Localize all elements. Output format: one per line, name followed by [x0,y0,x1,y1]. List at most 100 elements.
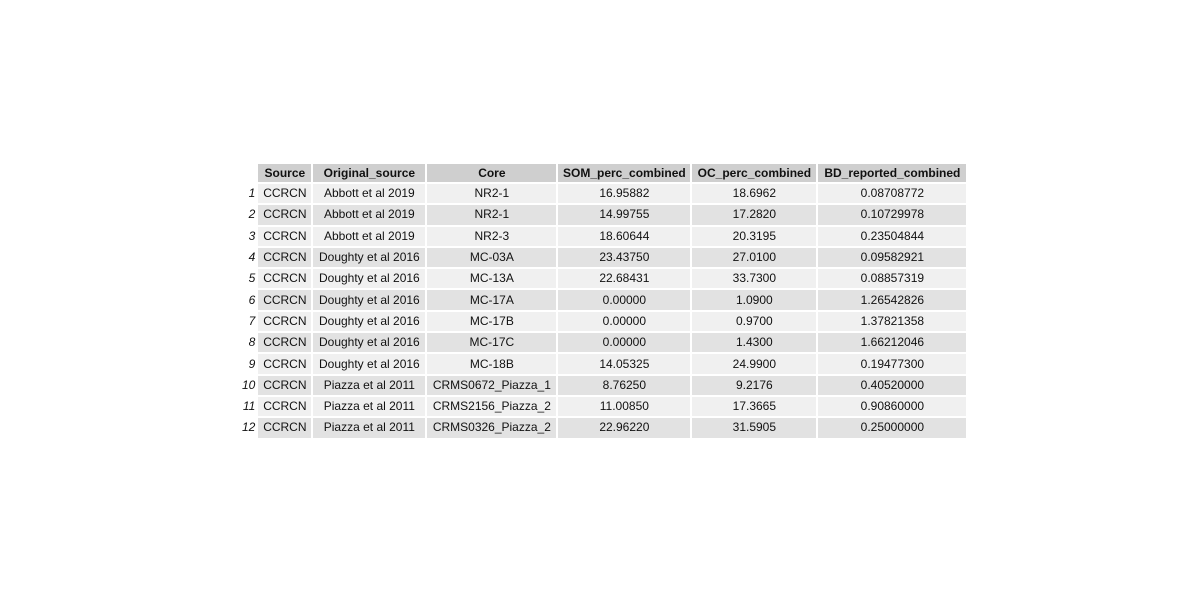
row-number: 6 [238,290,257,310]
row-number-header [238,164,257,182]
column-header-som-perc-combined: SOM_perc_combined [558,164,691,182]
cell-core: CRMS0672_Piazza_1 [427,375,557,395]
cell-oc-perc-combined: 0.9700 [692,311,817,332]
cell-bd-reported-combined: 0.09582921 [818,247,967,268]
cell-original-source: Doughty et al 2016 [313,247,426,268]
cell-core: NR2-3 [427,226,557,246]
cell-bd-reported-combined: 1.26542826 [818,290,967,310]
row-number: 9 [238,354,257,374]
column-header-core: Core [427,164,557,182]
cell-som-perc-combined: 22.68431 [558,269,691,289]
cell-original-source: Doughty et al 2016 [313,269,426,289]
cell-som-perc-combined: 16.95882 [558,184,691,204]
cell-oc-perc-combined: 9.2176 [692,375,817,395]
cell-core: NR2-1 [427,205,557,225]
row-number: 2 [238,205,257,225]
cell-source: CCRCN [258,184,312,204]
cell-source: CCRCN [258,311,312,332]
cell-som-perc-combined: 14.05325 [558,354,691,374]
cell-original-source: Doughty et al 2016 [313,290,426,310]
cell-original-source: Abbott et al 2019 [313,184,426,204]
table-row: 7 CCRCN Doughty et al 2016 MC-17B 0.0000… [238,311,967,332]
column-header-oc-perc-combined: OC_perc_combined [692,164,817,182]
cell-som-perc-combined: 0.00000 [558,290,691,310]
cell-oc-perc-combined: 1.4300 [692,333,817,353]
cell-original-source: Piazza et al 2011 [313,396,426,417]
cell-oc-perc-combined: 17.2820 [692,205,817,225]
cell-bd-reported-combined: 0.23504844 [818,226,967,246]
cell-oc-perc-combined: 1.0900 [692,290,817,310]
cell-bd-reported-combined: 1.66212046 [818,333,967,353]
table-row: 2 CCRCN Abbott et al 2019 NR2-1 14.99755… [238,205,967,225]
row-number: 4 [238,247,257,268]
cell-oc-perc-combined: 17.3665 [692,396,817,417]
row-number: 7 [238,311,257,332]
cell-oc-perc-combined: 20.3195 [692,226,817,246]
cell-core: CRMS2156_Piazza_2 [427,396,557,417]
cell-source: CCRCN [258,226,312,246]
cell-source: CCRCN [258,418,312,438]
cell-core: MC-03A [427,247,557,268]
cell-original-source: Doughty et al 2016 [313,354,426,374]
table-row: 11 CCRCN Piazza et al 2011 CRMS2156_Piaz… [238,396,967,417]
column-header-bd-reported-combined: BD_reported_combined [818,164,967,182]
cell-som-perc-combined: 0.00000 [558,311,691,332]
table-row: 6 CCRCN Doughty et al 2016 MC-17A 0.0000… [238,290,967,310]
row-number: 10 [238,375,257,395]
cell-source: CCRCN [258,333,312,353]
cell-bd-reported-combined: 0.10729978 [818,205,967,225]
cell-source: CCRCN [258,396,312,417]
cell-source: CCRCN [258,375,312,395]
cell-original-source: Doughty et al 2016 [313,311,426,332]
cell-som-perc-combined: 23.43750 [558,247,691,268]
row-number: 11 [238,396,257,417]
cell-oc-perc-combined: 31.5905 [692,418,817,438]
cell-core: MC-17A [427,290,557,310]
cell-som-perc-combined: 18.60644 [558,226,691,246]
row-number: 3 [238,226,257,246]
data-table-container: Source Original_source Core SOM_perc_com… [236,162,968,440]
table-header-row: Source Original_source Core SOM_perc_com… [238,164,967,182]
cell-som-perc-combined: 0.00000 [558,333,691,353]
cell-oc-perc-combined: 24.9900 [692,354,817,374]
cell-original-source: Piazza et al 2011 [313,375,426,395]
cell-original-source: Abbott et al 2019 [313,205,426,225]
table-row: 4 CCRCN Doughty et al 2016 MC-03A 23.437… [238,247,967,268]
table-row: 10 CCRCN Piazza et al 2011 CRMS0672_Piaz… [238,375,967,395]
table-row: 12 CCRCN Piazza et al 2011 CRMS0326_Piaz… [238,418,967,438]
cell-core: MC-13A [427,269,557,289]
column-header-original-source: Original_source [313,164,426,182]
row-number: 5 [238,269,257,289]
row-number: 12 [238,418,257,438]
cell-bd-reported-combined: 0.40520000 [818,375,967,395]
table-row: 1 CCRCN Abbott et al 2019 NR2-1 16.95882… [238,184,967,204]
cell-original-source: Abbott et al 2019 [313,226,426,246]
column-header-source: Source [258,164,312,182]
cell-original-source: Doughty et al 2016 [313,333,426,353]
cell-core: MC-17C [427,333,557,353]
table-body: 1 CCRCN Abbott et al 2019 NR2-1 16.95882… [238,184,967,438]
cell-core: MC-18B [427,354,557,374]
cell-bd-reported-combined: 0.90860000 [818,396,967,417]
cell-som-perc-combined: 14.99755 [558,205,691,225]
cell-original-source: Piazza et al 2011 [313,418,426,438]
cell-source: CCRCN [258,205,312,225]
cell-oc-perc-combined: 27.0100 [692,247,817,268]
cell-som-perc-combined: 11.00850 [558,396,691,417]
row-number: 8 [238,333,257,353]
cell-som-perc-combined: 8.76250 [558,375,691,395]
cell-bd-reported-combined: 0.08708772 [818,184,967,204]
cell-source: CCRCN [258,290,312,310]
cell-core: MC-17B [427,311,557,332]
cell-source: CCRCN [258,269,312,289]
cell-bd-reported-combined: 0.19477300 [818,354,967,374]
cell-som-perc-combined: 22.96220 [558,418,691,438]
cell-oc-perc-combined: 33.7300 [692,269,817,289]
row-number: 1 [238,184,257,204]
table-row: 3 CCRCN Abbott et al 2019 NR2-3 18.60644… [238,226,967,246]
cell-bd-reported-combined: 0.08857319 [818,269,967,289]
table-row: 8 CCRCN Doughty et al 2016 MC-17C 0.0000… [238,333,967,353]
cell-bd-reported-combined: 1.37821358 [818,311,967,332]
data-table: Source Original_source Core SOM_perc_com… [236,162,968,440]
cell-core: NR2-1 [427,184,557,204]
